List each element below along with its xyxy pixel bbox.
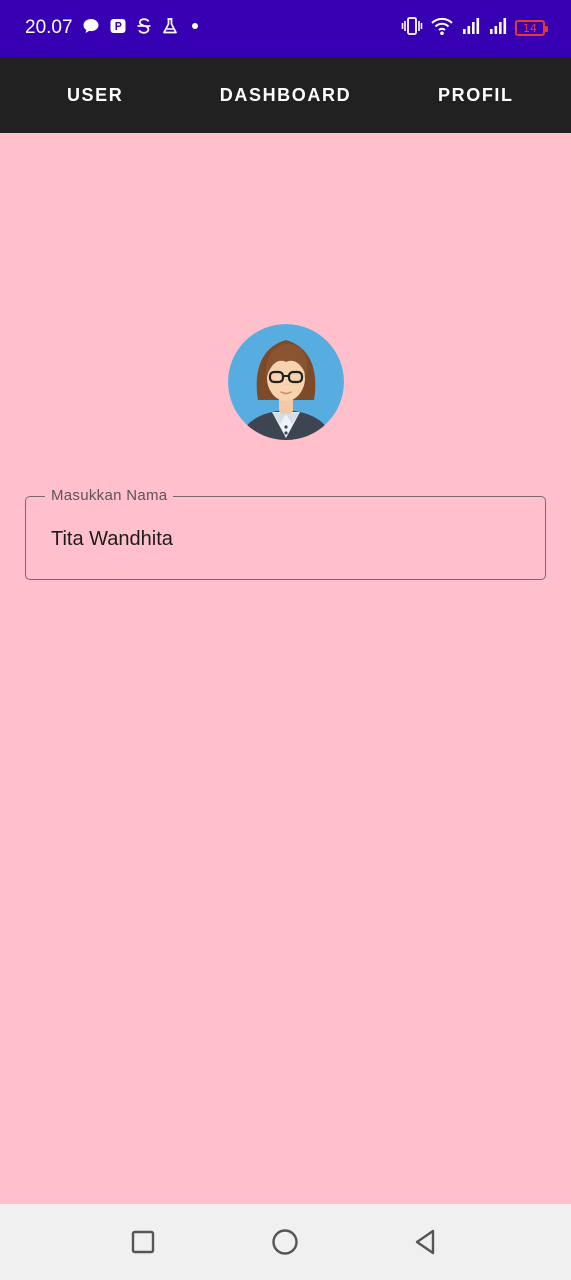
woman-avatar-icon [228,324,344,440]
battery-level: 14 [523,21,537,35]
vibrate-icon [401,16,423,41]
name-field[interactable]: Masukkan Nama [25,487,546,580]
signal-icon [461,16,481,41]
system-icons: 14 [401,16,548,41]
signal-icon [488,16,508,41]
battery-icon: 14 [515,20,548,36]
name-field-label: Masukkan Nama [45,487,174,505]
tab-profil[interactable]: PROFIL [381,57,571,133]
app-p-icon [109,17,127,40]
app-s-icon [136,17,152,40]
tab-dashboard[interactable]: DASHBOARD [190,57,380,133]
recents-square-icon[interactable] [121,1220,165,1264]
home-circle-icon[interactable] [263,1220,307,1264]
back-triangle-icon[interactable] [404,1220,448,1264]
tab-bar: USER DASHBOARD PROFIL [0,57,571,133]
name-input[interactable] [51,525,521,553]
tab-user[interactable]: USER [0,57,190,133]
status-bar: 20.07 14 [0,0,571,57]
flask-icon [161,17,179,40]
wifi-icon [430,16,454,41]
notification-icons [82,17,202,39]
dot-icon [188,17,202,40]
status-time: 20.07 [25,17,73,38]
navigation-bar [0,1204,571,1280]
chat-bubble-icon [82,17,100,40]
